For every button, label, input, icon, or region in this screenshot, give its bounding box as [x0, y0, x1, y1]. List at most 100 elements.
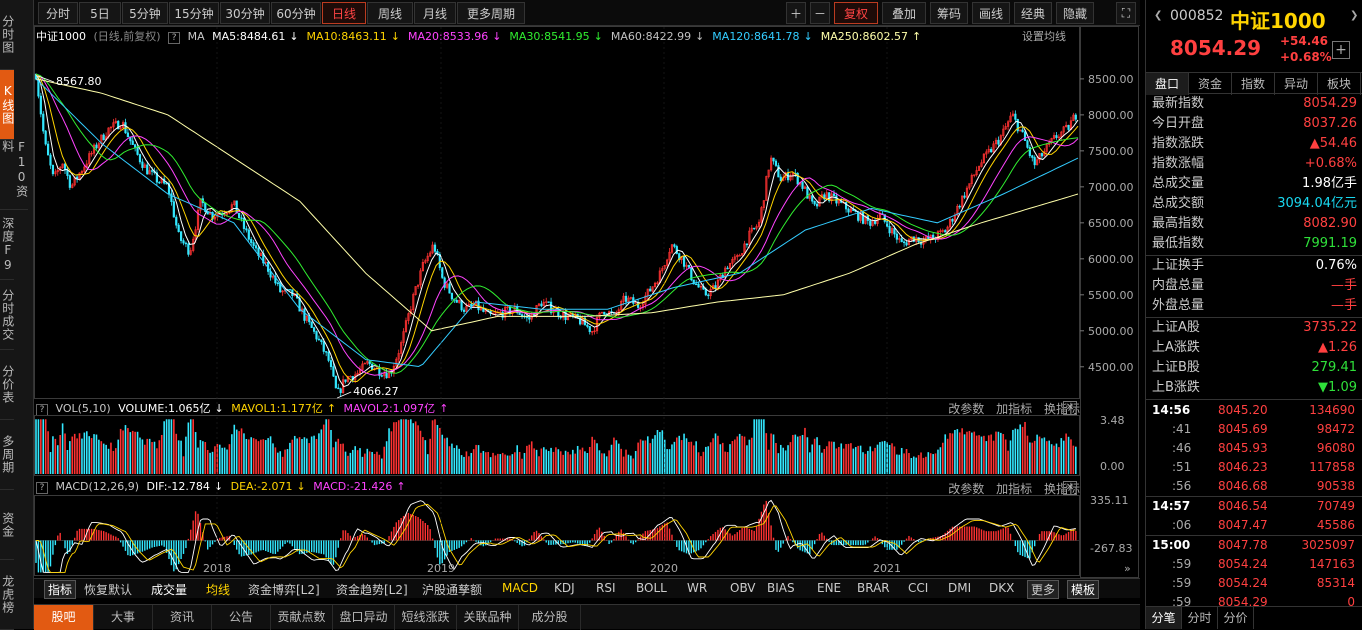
- nav-dragon[interactable]: 龙虎榜: [0, 560, 15, 630]
- period-1-button[interactable]: 5日: [79, 2, 121, 24]
- bottom-tab-0[interactable]: 股吧: [34, 605, 94, 630]
- volume-bar: [850, 443, 852, 474]
- quote-bottom-tab-2[interactable]: 分价: [1218, 607, 1254, 629]
- nav-fund[interactable]: 资金: [0, 490, 15, 560]
- bottom-tab-4[interactable]: 贡献点数: [271, 605, 333, 630]
- indicator-8-button[interactable]: KDJ: [554, 581, 575, 595]
- quote-tab-0[interactable]: 盘口: [1146, 73, 1189, 95]
- volume-bar: [66, 450, 69, 474]
- bottom-tab-2[interactable]: 资讯: [153, 605, 212, 630]
- period-3-button[interactable]: 15分钟: [169, 2, 219, 24]
- quote-tab-3[interactable]: 异动: [1275, 73, 1318, 95]
- quote-tab-4[interactable]: 板块: [1318, 73, 1361, 95]
- quote-tab-2[interactable]: 指数: [1232, 73, 1275, 95]
- forward-icon[interactable]: ❯: [1350, 10, 1358, 21]
- indicator-20-button[interactable]: 模板: [1067, 580, 1100, 599]
- volume-bar: [93, 434, 95, 474]
- indicator-18-button[interactable]: DKX: [989, 581, 1014, 595]
- indicator-10-button[interactable]: BOLL: [636, 581, 667, 595]
- indicator-4-button[interactable]: 资金博弈[L2]: [248, 581, 320, 598]
- indicator-13-button[interactable]: BIAS: [767, 581, 795, 595]
- toolbar-right-4-button[interactable]: 筹码: [930, 2, 968, 24]
- fullscreen-icon[interactable]: ⛶: [1116, 2, 1136, 24]
- kline-chart[interactable]: 8500.00 8000.00 7500.00 7000.00 6500.00 6000.…: [34, 26, 1140, 578]
- period-0-button[interactable]: 分时: [38, 2, 78, 24]
- indicator-11-button[interactable]: WR: [687, 581, 707, 595]
- volume-bar: [194, 432, 197, 474]
- indicator-7-button[interactable]: MACD: [502, 581, 538, 595]
- stat-value: ▲54.46: [1309, 136, 1357, 151]
- volume-bar: [1065, 433, 1067, 474]
- toolbar-right-6-button[interactable]: 经典: [1014, 2, 1052, 24]
- nav-multi[interactable]: 多周期: [0, 420, 15, 490]
- volume-bar: [816, 437, 818, 474]
- volume-bar: [1050, 444, 1053, 474]
- stat-label: 内盘总量: [1152, 278, 1205, 293]
- back-icon[interactable]: ❮: [1154, 10, 1162, 21]
- stat-label: 外盘总量: [1152, 298, 1205, 313]
- indicator-14-button[interactable]: ENE: [817, 581, 841, 595]
- volume-bar: [540, 448, 543, 474]
- toolbar-right-0-button[interactable]: ＋: [786, 2, 806, 24]
- volume-bar: [758, 419, 760, 474]
- volume-bar: [954, 429, 956, 474]
- period-7-button[interactable]: 周线: [367, 2, 413, 24]
- bottom-tab-6[interactable]: 短线涨跌: [395, 605, 457, 630]
- period-5-button[interactable]: 60分钟: [271, 2, 321, 24]
- period-6-button[interactable]: 日线: [322, 2, 366, 24]
- bottom-tab-1[interactable]: 大事: [94, 605, 153, 630]
- stat-value: 8054.29: [1303, 96, 1357, 111]
- toolbar-right-2-button[interactable]: 复权: [834, 2, 878, 24]
- volume-bar: [139, 437, 141, 474]
- indicator-1-button[interactable]: 恢复默认: [84, 581, 132, 598]
- candle-body: [832, 193, 836, 196]
- quote-tab-1[interactable]: 资金: [1189, 73, 1232, 95]
- bottom-tab-5[interactable]: 盘口异动: [333, 605, 395, 630]
- period-9-button[interactable]: 更多周期: [457, 2, 525, 24]
- toolbar-right-5-button[interactable]: 画线: [972, 2, 1010, 24]
- stat-row: 总成交量 1.98亿手: [1152, 174, 1357, 194]
- nav-kline[interactable]: K线图: [0, 70, 15, 140]
- scroll-right-icon[interactable]: »: [1124, 562, 1131, 575]
- volume-bar: [366, 448, 369, 474]
- indicator-0-button[interactable]: 指标: [44, 580, 77, 599]
- indicator-5-button[interactable]: 资金趋势[L2]: [336, 581, 408, 598]
- quote-tabs: 盘口 资金 指数 异动 板块: [1146, 72, 1362, 95]
- nav-price-table[interactable]: 分价表: [0, 350, 15, 420]
- period-4-button[interactable]: 30分钟: [220, 2, 270, 24]
- indicator-9-button[interactable]: RSI: [596, 581, 616, 595]
- toolbar-right-7-button[interactable]: 隐藏: [1056, 2, 1094, 24]
- plus-icon[interactable]: +: [1332, 41, 1350, 59]
- indicator-6-button[interactable]: 沪股通孳额: [422, 581, 482, 598]
- indicator-17-button[interactable]: DMI: [948, 581, 971, 595]
- quote-bottom-tab-0[interactable]: 分笔: [1146, 607, 1182, 629]
- bottom-tab-7[interactable]: 关联品种: [457, 605, 519, 630]
- nav-f10[interactable]: F10资料: [0, 140, 29, 210]
- price-change-pct: +0.68%: [1280, 50, 1332, 64]
- period-2-button[interactable]: 5分钟: [122, 2, 168, 24]
- volume-bar: [559, 451, 562, 474]
- volume-bar: [741, 435, 743, 474]
- bottom-tab-8[interactable]: 成分股: [519, 605, 581, 630]
- volume-bar: [1002, 434, 1005, 474]
- nav-fenshi-deal[interactable]: 分时成交: [0, 280, 15, 350]
- volume-bar: [811, 444, 814, 474]
- toolbar-right-3-button[interactable]: 叠加: [882, 2, 926, 24]
- period-8-button[interactable]: 月线: [414, 2, 456, 24]
- indicator-15-button[interactable]: BRAR: [857, 581, 890, 595]
- tick-row: :06 8047.47 45586: [1150, 516, 1357, 535]
- indicator-16-button[interactable]: CCI: [908, 581, 928, 595]
- toolbar-right-1-button[interactable]: －: [810, 2, 830, 24]
- bottom-tab-3[interactable]: 公告: [212, 605, 271, 630]
- volume-bar: [144, 444, 146, 474]
- quote-bottom-tab-1[interactable]: 分时: [1182, 607, 1218, 629]
- indicator-2-button[interactable]: 成交量: [151, 581, 187, 598]
- indicator-19-button[interactable]: 更多: [1027, 580, 1060, 599]
- volume-bar: [204, 442, 207, 474]
- indicator-12-button[interactable]: OBV: [730, 581, 756, 595]
- nav-depth[interactable]: 深度F9: [0, 210, 15, 280]
- volume-bar: [499, 454, 502, 474]
- stat-row: 上证B股 279.41: [1152, 358, 1357, 378]
- nav-fenshi[interactable]: 分时图: [0, 0, 15, 70]
- indicator-3-button[interactable]: 均线: [206, 581, 230, 598]
